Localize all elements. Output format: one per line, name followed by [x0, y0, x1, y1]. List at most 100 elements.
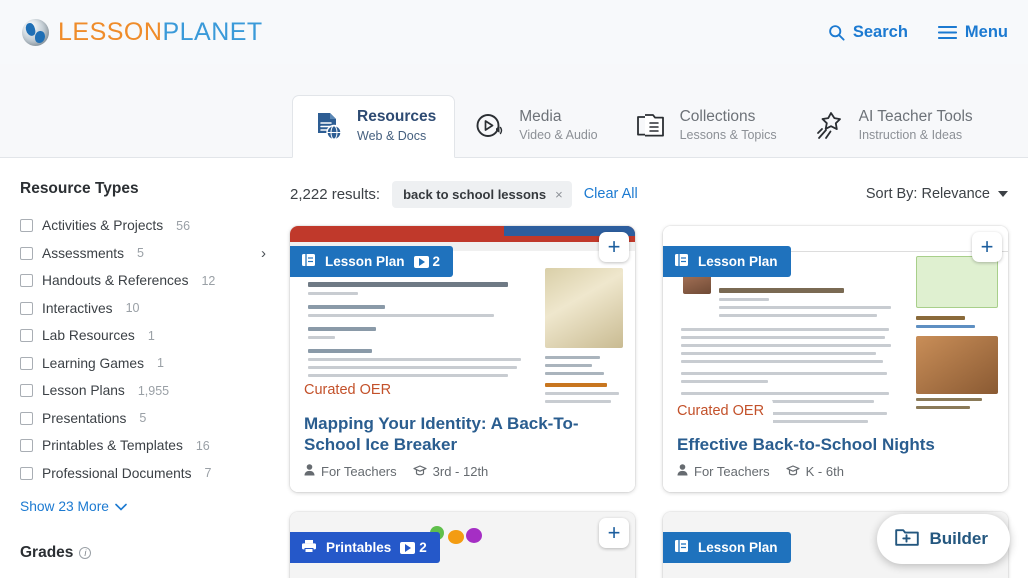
filter-label: Presentations [42, 410, 127, 426]
grades-heading: Grades i [20, 544, 270, 562]
checkbox-icon[interactable] [20, 329, 33, 343]
filter-learning-games[interactable]: Learning Games 1 [20, 350, 270, 378]
builder-button[interactable]: Builder [877, 514, 1010, 564]
lesson-plan-icon [674, 253, 689, 270]
tab-ai-teacher-tools[interactable]: AI Teacher Tools Instruction & Ideas [795, 95, 991, 157]
tab-collections[interactable]: Collections Lessons & Topics [616, 95, 795, 157]
checkbox-icon[interactable] [20, 356, 33, 370]
search-button[interactable]: Search [828, 23, 908, 42]
checkbox-icon[interactable] [20, 274, 33, 288]
page-root: LESSONPLANET Search Menu Resources Web &… [0, 0, 1028, 578]
close-icon[interactable]: × [555, 187, 563, 202]
filter-count: 10 [125, 301, 140, 316]
brand-wordmark: LESSONPLANET [58, 18, 263, 47]
checkbox-icon[interactable] [20, 439, 33, 453]
add-to-collection-button[interactable]: + [599, 232, 629, 262]
card-type-badge: Printables 2 [290, 532, 440, 563]
show-more-label: Show 23 More [20, 499, 109, 514]
filter-activities-projects[interactable]: Activities & Projects 56 [20, 212, 270, 240]
filter-assessments[interactable]: Assessments 5 › [20, 240, 270, 268]
card-info: Curated OER Effective Back-to-School Nig… [663, 397, 1008, 492]
card-type-badge: Lesson Plan [663, 246, 791, 277]
card-grades-label: K - 6th [805, 464, 844, 479]
checkbox-icon[interactable] [20, 384, 33, 398]
filter-count: 1 [147, 328, 155, 343]
video-icon [413, 255, 429, 268]
card-audience-label: For Teachers [694, 464, 770, 479]
filter-label: Printables & Templates [42, 438, 183, 454]
info-icon[interactable]: i [79, 547, 92, 559]
card-source-badge: Curated OER [677, 397, 774, 424]
brand-planet-text: PLANET [162, 17, 263, 46]
category-tabs: Resources Web & Docs Media Video & Audio [0, 64, 1028, 158]
tab-ai-teacher-tools-sub: Instruction & Ideas [858, 128, 963, 143]
card-type-label: Lesson Plan [698, 254, 778, 269]
sort-by-dropdown[interactable]: Sort By: Relevance [866, 186, 1008, 202]
checkbox-icon[interactable] [20, 246, 33, 260]
filter-handouts-references[interactable]: Handouts & References 12 [20, 267, 270, 295]
logo[interactable]: LESSONPLANET [22, 18, 263, 47]
filter-printables-templates[interactable]: Printables & Templates 16 [20, 432, 270, 460]
filter-presentations[interactable]: Presentations 5 [20, 405, 270, 433]
lesson-plan-icon [301, 253, 316, 270]
video-count: 2 [413, 254, 441, 269]
checkbox-icon[interactable] [20, 411, 33, 425]
filter-label: Activities & Projects [42, 218, 164, 234]
chevron-down-icon [998, 191, 1008, 197]
filter-interactives[interactable]: Interactives 10 [20, 295, 270, 323]
card-title[interactable]: Effective Back-to-School Nights [677, 434, 994, 455]
tab-resources-texts: Resources Web & Docs [357, 108, 436, 143]
tab-resources[interactable]: Resources Web & Docs [292, 95, 456, 158]
tab-media-label: Media [519, 107, 562, 125]
video-icon [400, 541, 416, 554]
filter-count: 1,955 [137, 383, 170, 398]
card-audience-label: For Teachers [321, 464, 397, 479]
checkbox-icon[interactable] [20, 219, 33, 233]
result-card[interactable]: Lesson Plan 2 + Curated OER Mapping Your… [290, 226, 635, 492]
card-grades: 3rd - 12th [413, 464, 488, 479]
filter-count: 12 [201, 273, 216, 288]
result-card[interactable]: Lesson Plan + Curated OER Effective Back… [663, 226, 1008, 492]
tab-collections-texts: Collections Lessons & Topics [680, 108, 777, 143]
card-type-badge: Lesson Plan [663, 532, 791, 563]
result-card[interactable]: Printables 2 + [290, 512, 635, 578]
card-info: Curated OER Mapping Your Identity: A Bac… [290, 376, 635, 492]
filter-lesson-plans[interactable]: Lesson Plans 1,955 [20, 377, 270, 405]
clear-all-button[interactable]: Clear All [584, 186, 638, 202]
chevron-right-icon[interactable]: › [261, 246, 266, 261]
tab-media[interactable]: Media Video & Audio [455, 95, 615, 157]
filter-professional-documents[interactable]: Professional Documents 7 [20, 460, 270, 488]
tab-resources-sub: Web & Docs [357, 128, 427, 143]
folder-list-icon [634, 109, 668, 143]
play-speaker-icon [473, 109, 507, 143]
filter-label: Lesson Plans [42, 383, 125, 399]
tab-resources-label: Resources [357, 108, 437, 126]
results-summary: 2,222 results: back to school lessons × … [290, 180, 638, 208]
filter-chip[interactable]: back to school lessons × [392, 180, 572, 208]
checkbox-icon[interactable] [20, 301, 33, 315]
person-icon [304, 464, 315, 479]
card-title[interactable]: Mapping Your Identity: A Back-To-School … [304, 413, 621, 456]
graduation-cap-icon [786, 464, 800, 479]
filter-lab-resources[interactable]: Lab Resources 1 [20, 322, 270, 350]
grades-heading-label: Grades [20, 544, 74, 561]
card-source-badge: Curated OER [304, 376, 401, 403]
video-count-label: 2 [432, 254, 441, 269]
tab-media-sub: Video & Audio [519, 128, 598, 143]
filter-count: 5 [137, 246, 144, 261]
document-globe-icon [311, 109, 345, 143]
globe-icon [22, 18, 49, 46]
tab-collections-sub: Lessons & Topics [679, 128, 777, 143]
menu-button[interactable]: Menu [937, 23, 1008, 42]
card-grades: K - 6th [786, 464, 844, 479]
show-more-button[interactable]: Show 23 More [20, 499, 270, 514]
resource-types-heading: Resource Types [20, 180, 270, 198]
video-count-label: 2 [419, 540, 427, 555]
add-to-collection-button[interactable]: + [972, 232, 1002, 262]
graduation-cap-icon [413, 464, 427, 479]
card-meta: For Teachers 3rd - 12th [304, 464, 621, 479]
checkbox-icon[interactable] [20, 466, 33, 480]
hamburger-icon [937, 25, 957, 40]
add-to-collection-button[interactable]: + [599, 518, 629, 548]
card-type-badge: Lesson Plan 2 [290, 246, 454, 277]
